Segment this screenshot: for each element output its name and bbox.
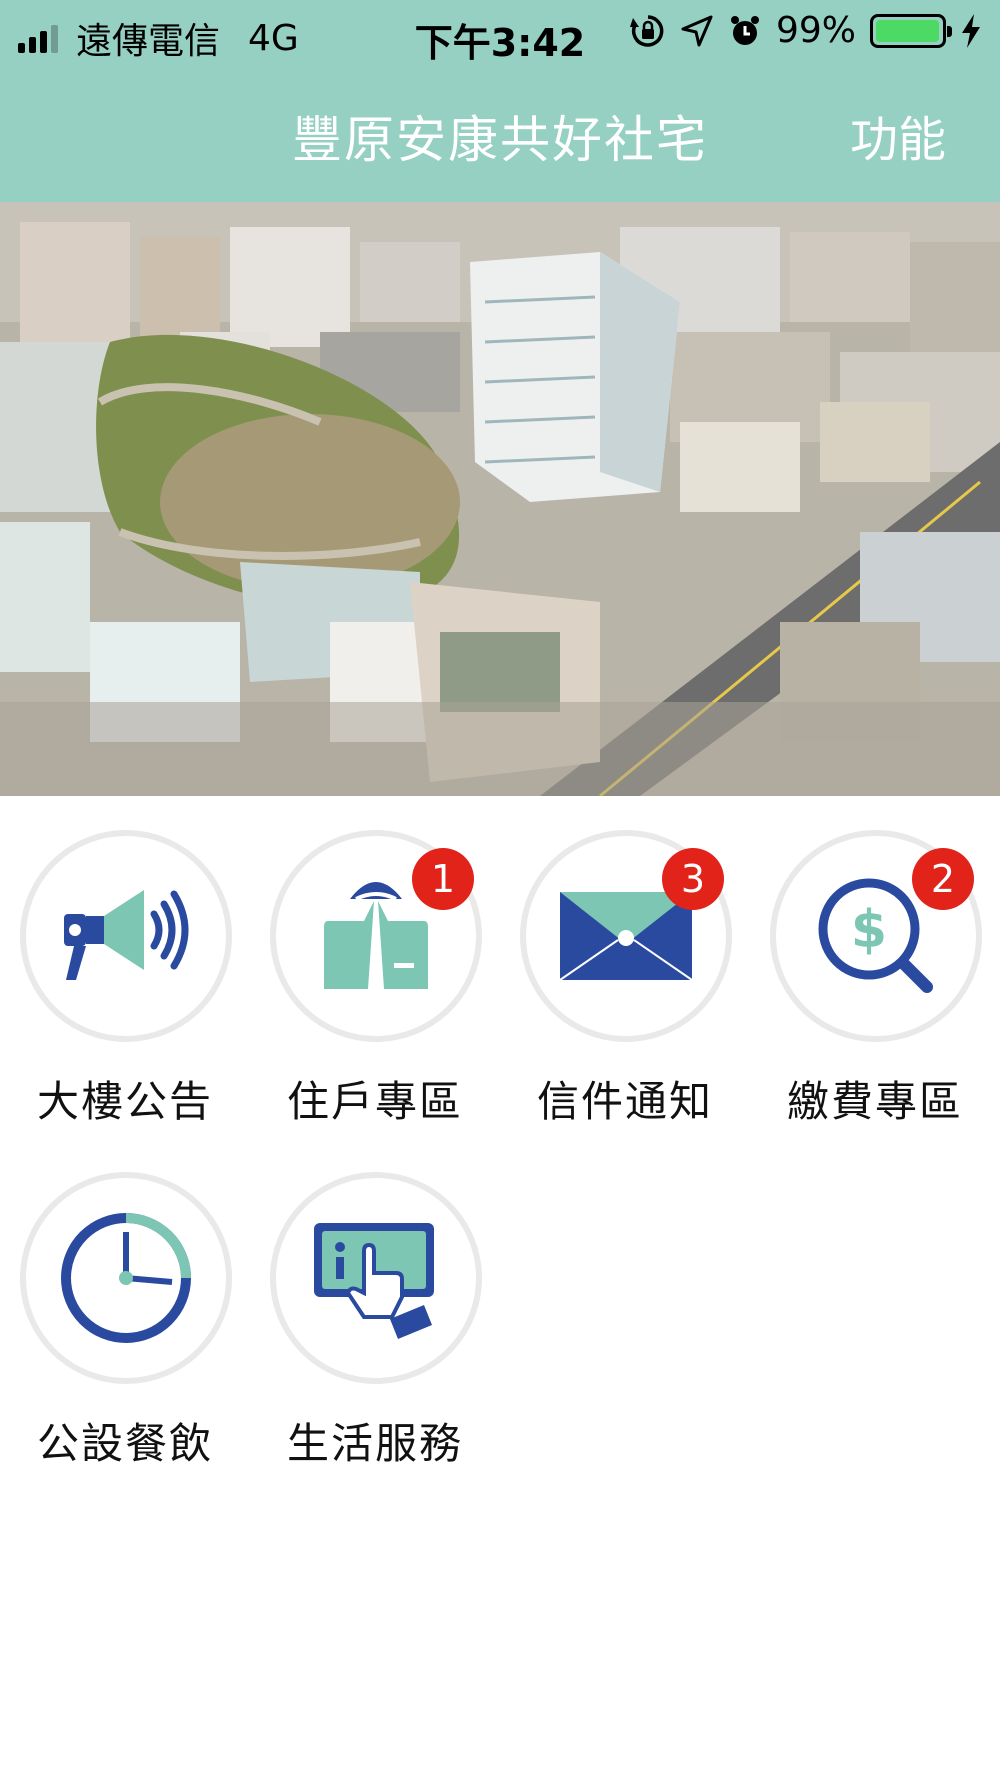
clock-icon — [61, 1213, 191, 1343]
menu-label: 信件通知 — [536, 1077, 713, 1126]
status-right: 99% — [629, 10, 982, 51]
menu-label: 生活服務 — [286, 1419, 463, 1468]
menu-label: 大樓公告 — [36, 1077, 213, 1126]
menu-icon-circle — [270, 1172, 482, 1384]
top-bar: 遠傳電信 4G 下午3:42 99% 豐原安康共好社宅 功能 — [0, 0, 1000, 202]
status-bar: 遠傳電信 4G 下午3:42 99% — [0, 0, 1000, 70]
menu-announcements[interactable]: 大樓公告 — [10, 830, 240, 1140]
notification-badge: 3 — [662, 848, 724, 910]
menu-label: 公設餐飲 — [36, 1419, 213, 1468]
aerial-city-illustration — [0, 202, 1000, 796]
hero-aerial-photo — [0, 202, 1000, 796]
notification-badge: 1 — [412, 848, 474, 910]
megaphone-icon — [64, 890, 189, 980]
svg-text:$: $ — [851, 900, 887, 960]
menu-payment[interactable]: $ 2 繳費專區 — [760, 830, 990, 1140]
battery-fill — [876, 19, 940, 42]
function-button[interactable]: 功能 — [850, 100, 946, 170]
menu-label: 住戶專區 — [286, 1077, 463, 1126]
battery-icon — [870, 13, 952, 48]
menu-icon-circle — [20, 1172, 232, 1384]
notification-badge: 2 — [912, 848, 974, 910]
info-touch-icon — [314, 1223, 434, 1339]
menu-mail-notification[interactable]: 3 信件通知 — [510, 830, 740, 1140]
menu-label: 繳費專區 — [786, 1077, 963, 1126]
rotation-lock-icon — [629, 14, 664, 47]
menu-icon-circle — [20, 830, 232, 1042]
menu-dining[interactable]: 公設餐飲 — [10, 1172, 240, 1482]
charging-bolt-icon — [962, 13, 980, 48]
location-arrow-icon — [681, 15, 713, 46]
menu-life-services[interactable]: 生活服務 — [260, 1172, 490, 1482]
alarm-icon — [730, 15, 759, 45]
battery-percent: 99% — [775, 10, 856, 51]
nav-bar: 豐原安康共好社宅 功能 — [0, 88, 1000, 184]
menu-resident-area[interactable]: 1 住戶專區 — [260, 830, 490, 1140]
